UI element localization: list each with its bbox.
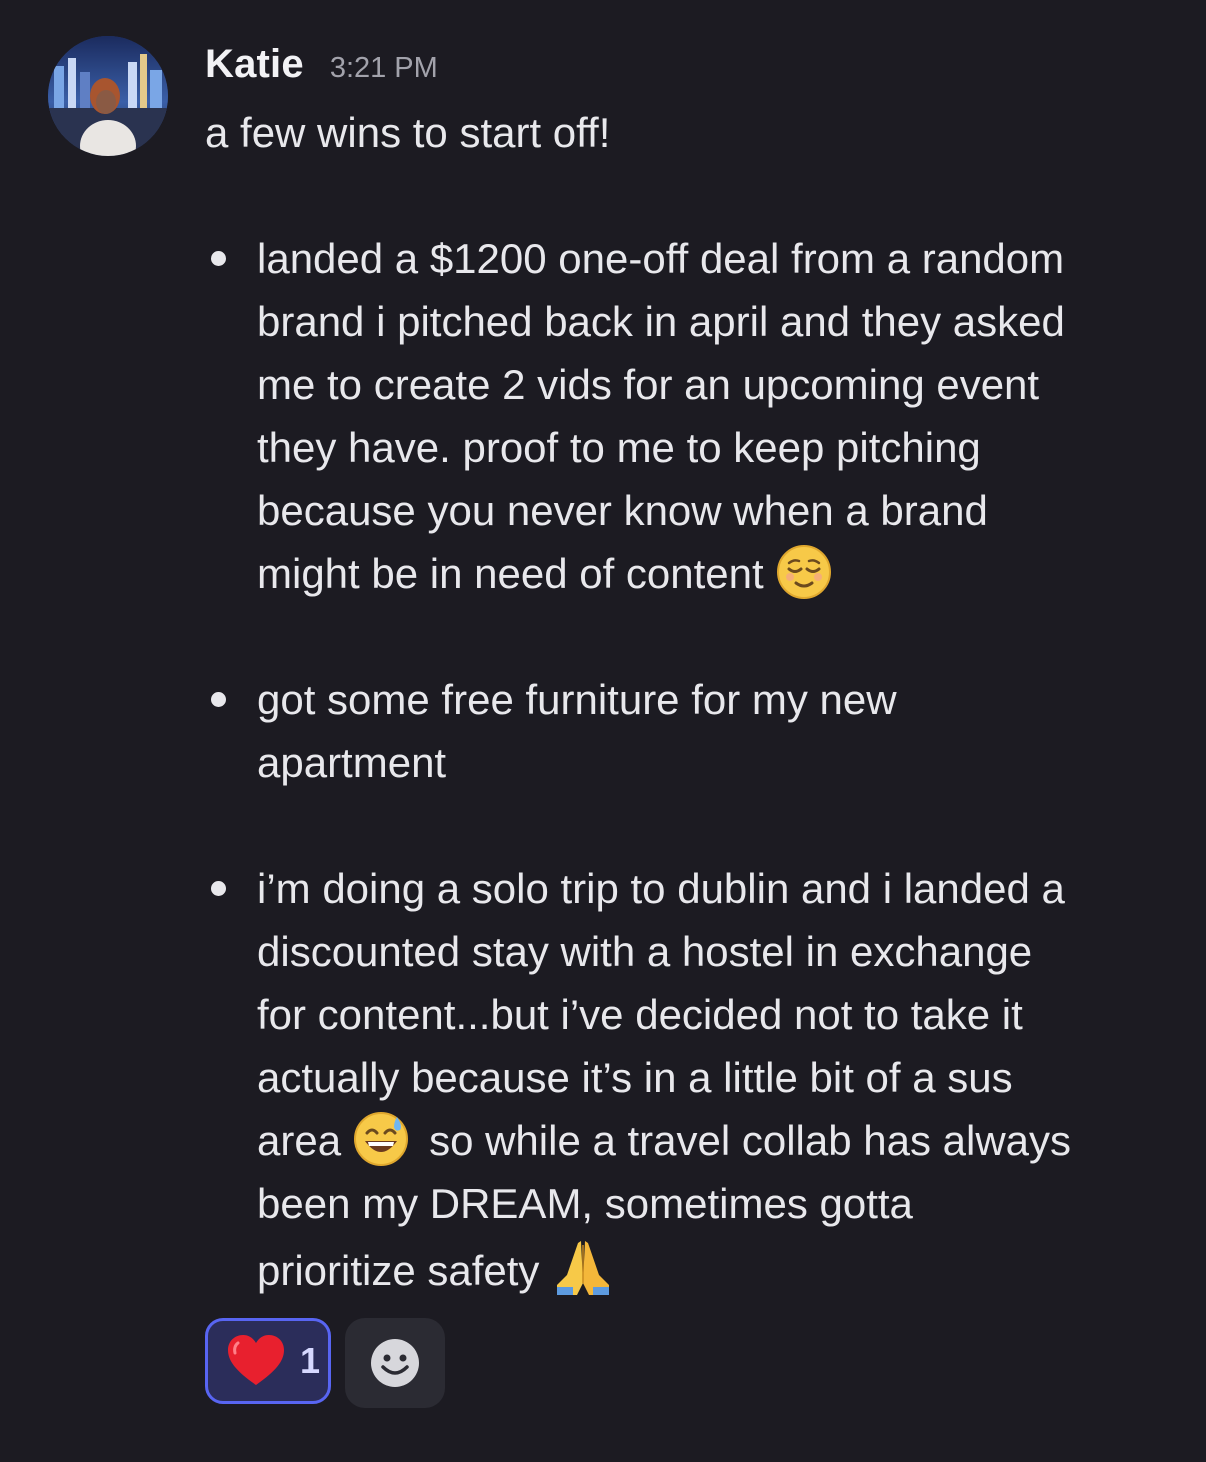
message-header: Katie 3:21 PM xyxy=(205,42,438,96)
avatar-photo xyxy=(48,36,168,156)
message-line: i’m doing a solo trip to dublin and i la… xyxy=(257,865,1065,912)
reaction-count: 1 xyxy=(300,1340,321,1381)
message-line: so while a travel collab has always xyxy=(429,1117,1072,1164)
message-line-with-emoji: might be in need of content xyxy=(257,542,1165,605)
relieved-face-emoji-icon xyxy=(776,545,831,599)
message-line: discounted stay with a hostel in exchang… xyxy=(257,928,1033,975)
list-item: got some free furniture for my new apart… xyxy=(205,668,1165,794)
message-line: got some free furniture for my new xyxy=(257,676,897,723)
message-line: me to create 2 vids for an upcoming even… xyxy=(257,361,1040,408)
grinning-face-with-sweat-emoji-icon xyxy=(354,1112,409,1166)
message-line: apartment xyxy=(257,739,447,786)
bullet-dot xyxy=(211,692,226,707)
add-reaction-smiley-icon xyxy=(371,1339,419,1387)
message-line: prioritize safety xyxy=(257,1247,540,1294)
message-line-with-emoji: area so while a travel collab has always xyxy=(257,1109,1165,1172)
message-line: brand i pitched back in april and they a… xyxy=(257,298,1065,345)
timestamp: 3:21 PM xyxy=(329,52,438,84)
user-avatar[interactable] xyxy=(48,36,168,156)
bullet-dot xyxy=(211,881,226,896)
message-line: might be in need of content xyxy=(257,550,764,597)
add-reaction-button[interactable] xyxy=(345,1318,445,1408)
bullet-dot xyxy=(211,251,226,266)
message-intro: a few wins to start off! xyxy=(205,109,611,156)
message-line: for content...but i’ve decided not to ta… xyxy=(257,991,1023,1038)
message-line: actually because it’s in a little bit of… xyxy=(257,1054,1013,1101)
folded-hands-emoji-icon xyxy=(557,1241,610,1295)
username[interactable]: Katie xyxy=(205,42,304,87)
message-line: been my DREAM, sometimes gotta xyxy=(257,1180,913,1227)
message-line: they have. proof to me to keep pitching xyxy=(257,424,981,471)
list-item: i’m doing a solo trip to dublin and i la… xyxy=(205,857,1165,1302)
message-line: area xyxy=(257,1117,342,1164)
message-line: landed a $1200 one-off deal from a rando… xyxy=(257,235,1065,282)
chat-message: Katie 3:21 PM a few wins to start off! l… xyxy=(0,0,1206,1462)
bullet-list: landed a $1200 one-off deal from a rando… xyxy=(205,227,1165,1302)
list-item: landed a $1200 one-off deal from a rando… xyxy=(205,227,1165,605)
red-heart-icon xyxy=(228,1335,284,1385)
message-line-with-emoji: prioritize safety xyxy=(257,1235,1165,1302)
reaction-bar: 1 xyxy=(205,1318,445,1408)
heart-reaction-button[interactable]: 1 xyxy=(205,1318,331,1404)
message-line: because you never know when a brand xyxy=(257,487,988,534)
